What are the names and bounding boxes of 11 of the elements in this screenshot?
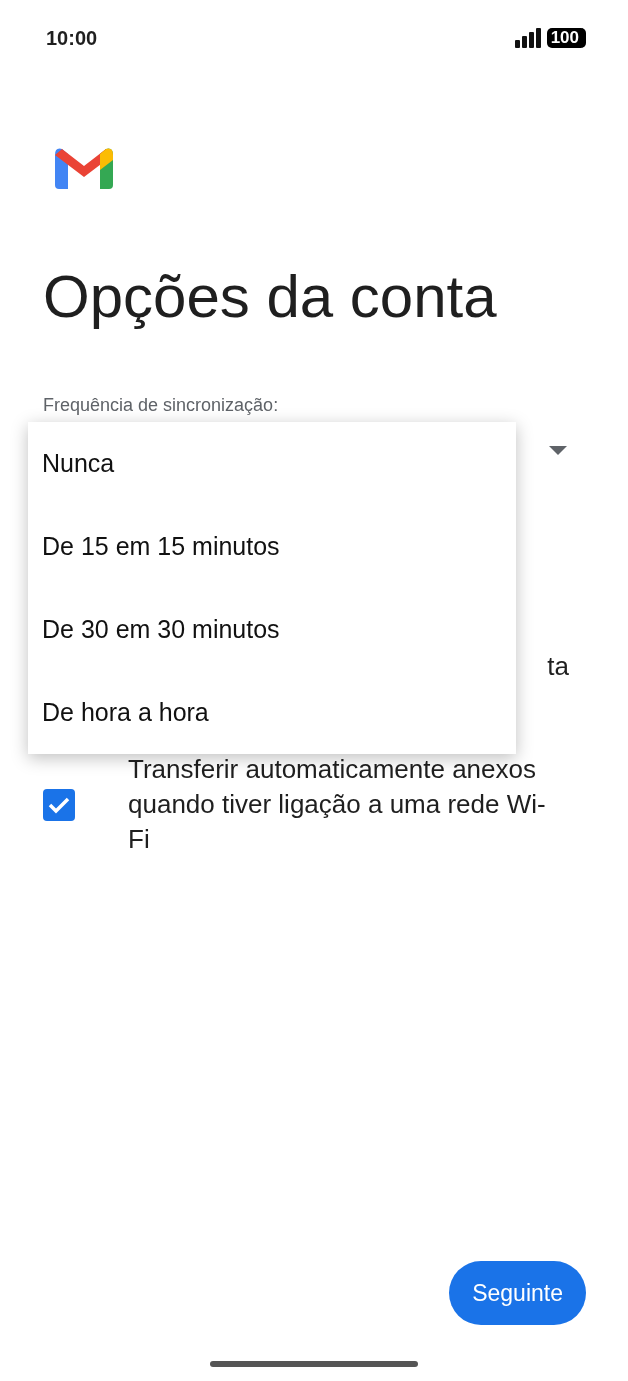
menu-option[interactable]: De hora a hora: [28, 671, 516, 754]
next-button[interactable]: Seguinte: [449, 1261, 586, 1325]
checkbox-label: Transferir automaticamente anexos quando tiver ligação a uma rede Wi-Fi: [128, 753, 547, 856]
menu-option[interactable]: De 15 em 15 minutos: [28, 505, 516, 588]
page-title: Opções da conta: [43, 262, 498, 332]
obscured-text: ta: [547, 650, 569, 683]
status-time: 10:00: [46, 25, 98, 51]
battery-indicator: 100: [546, 27, 586, 48]
menu-option[interactable]: De 30 em 30 minutos: [28, 588, 516, 671]
menu-option[interactable]: Nunca: [28, 422, 516, 505]
field-label: Frequência de sincronização:: [43, 394, 280, 417]
